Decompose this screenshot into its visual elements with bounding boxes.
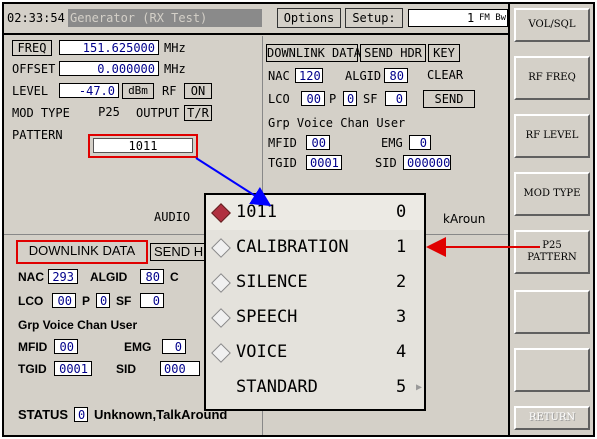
annotation-overlay <box>195 157 540 257</box>
blue-arrow <box>195 157 272 207</box>
